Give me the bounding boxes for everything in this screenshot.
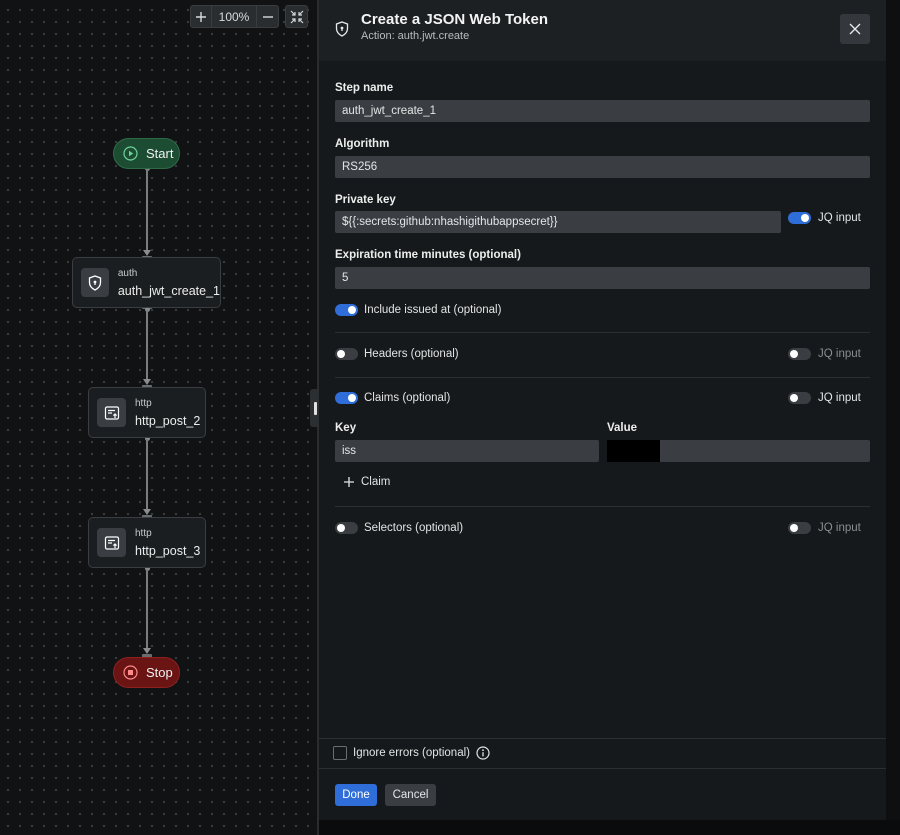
node-name: http_post_2	[135, 413, 201, 428]
expiration-input[interactable]: 5	[335, 267, 870, 289]
collapse-arrows-icon	[290, 10, 303, 23]
edge	[146, 169, 148, 251]
private-key-label: Private key	[335, 194, 396, 206]
stop-node[interactable]: Stop	[113, 657, 180, 688]
node-type: http	[135, 527, 152, 539]
node-type: http	[135, 397, 152, 409]
include-issued-at-label: Include issued at (optional)	[364, 304, 502, 316]
jq-input-label: JQ input	[818, 212, 861, 224]
play-circle-icon	[123, 146, 138, 161]
node-name: http_post_3	[135, 543, 201, 558]
panel-subtitle: Action: auth.jwt.create	[361, 30, 470, 42]
window-edge	[886, 0, 900, 835]
include-issued-at-toggle[interactable]	[335, 304, 358, 316]
jq-input-label: JQ input	[818, 522, 861, 534]
edge	[146, 310, 148, 380]
start-node-label: Start	[146, 146, 174, 161]
panel-title: Create a JSON Web Token	[361, 11, 549, 28]
headers-toggle[interactable]	[335, 348, 358, 360]
headers-label: Headers (optional)	[364, 348, 459, 360]
claims-toggle[interactable]	[335, 392, 358, 404]
jq-input-label: JQ input	[818, 392, 861, 404]
workflow-canvas[interactable]: 100% Start auth auth_jwt_create_1 http h…	[0, 0, 318, 835]
ignore-errors-checkbox[interactable]	[333, 746, 347, 760]
private-key-input[interactable]: ${{:secrets:github:nhashigithubappsecret…	[335, 211, 781, 233]
info-icon[interactable]	[476, 746, 490, 760]
step-config-panel: Create a JSON Web Token Action: auth.jwt…	[319, 0, 886, 820]
fit-view-button[interactable]	[285, 5, 308, 28]
stop-circle-icon	[123, 665, 138, 680]
http-node[interactable]: http http_post_2	[88, 387, 206, 438]
claims-label: Claims (optional)	[364, 392, 451, 404]
close-icon	[849, 23, 861, 35]
claims-value-header: Value	[607, 422, 638, 434]
selectors-label: Selectors (optional)	[364, 522, 464, 534]
stop-node-label: Stop	[146, 665, 173, 680]
claims-key-header: Key	[335, 422, 357, 434]
headers-jq-toggle[interactable]	[788, 348, 811, 360]
plus-icon	[344, 477, 354, 487]
claim-key-input[interactable]: iss	[335, 440, 599, 462]
expiration-label: Expiration time minutes (optional)	[335, 249, 521, 261]
auth-node[interactable]: auth auth_jwt_create_1	[72, 257, 221, 308]
algorithm-select[interactable]: RS256	[335, 156, 870, 178]
cancel-button[interactable]: Cancel	[385, 784, 436, 806]
edge	[146, 439, 148, 510]
ignore-errors-label: Ignore errors (optional)	[353, 747, 470, 759]
claim-value-redaction	[607, 440, 660, 462]
window-edge	[319, 820, 900, 835]
footer-divider	[319, 768, 886, 769]
zoom-in-button[interactable]	[190, 5, 212, 28]
ignore-errors-row: Ignore errors (optional)	[353, 746, 490, 760]
selectors-jq-toggle[interactable]	[788, 522, 811, 534]
node-type: auth	[117, 267, 138, 279]
step-name-label: Step name	[335, 82, 394, 94]
plus-icon	[196, 11, 206, 22]
claims-jq-toggle[interactable]	[788, 392, 811, 404]
footer-divider	[319, 738, 886, 739]
shield-icon	[335, 21, 349, 37]
private-key-jq-toggle[interactable]	[788, 212, 811, 224]
add-claim-button[interactable]: Claim	[343, 476, 390, 488]
http-request-icon	[97, 528, 126, 557]
zoom-out-button[interactable]	[256, 5, 279, 28]
panel-header: Create a JSON Web Token Action: auth.jwt…	[319, 0, 886, 61]
shield-icon	[81, 268, 109, 297]
minus-icon	[262, 15, 273, 18]
close-button[interactable]	[840, 14, 870, 44]
http-request-icon	[97, 398, 126, 427]
http-node[interactable]: http http_post_3	[88, 517, 206, 568]
add-claim-label: Claim	[361, 476, 391, 488]
section-divider	[335, 377, 870, 378]
jq-input-label: JQ input	[818, 348, 861, 360]
selectors-toggle[interactable]	[335, 522, 358, 534]
edge	[146, 569, 148, 649]
section-divider	[335, 332, 870, 333]
zoom-controls: 100%	[190, 5, 308, 28]
node-name: auth_jwt_create_1	[117, 283, 220, 298]
section-divider	[335, 506, 870, 507]
start-node[interactable]: Start	[113, 138, 180, 169]
done-button[interactable]: Done	[335, 784, 377, 806]
algorithm-label: Algorithm	[335, 138, 390, 150]
zoom-level: 100%	[212, 5, 256, 28]
step-name-input[interactable]: auth_jwt_create_1	[335, 100, 870, 122]
